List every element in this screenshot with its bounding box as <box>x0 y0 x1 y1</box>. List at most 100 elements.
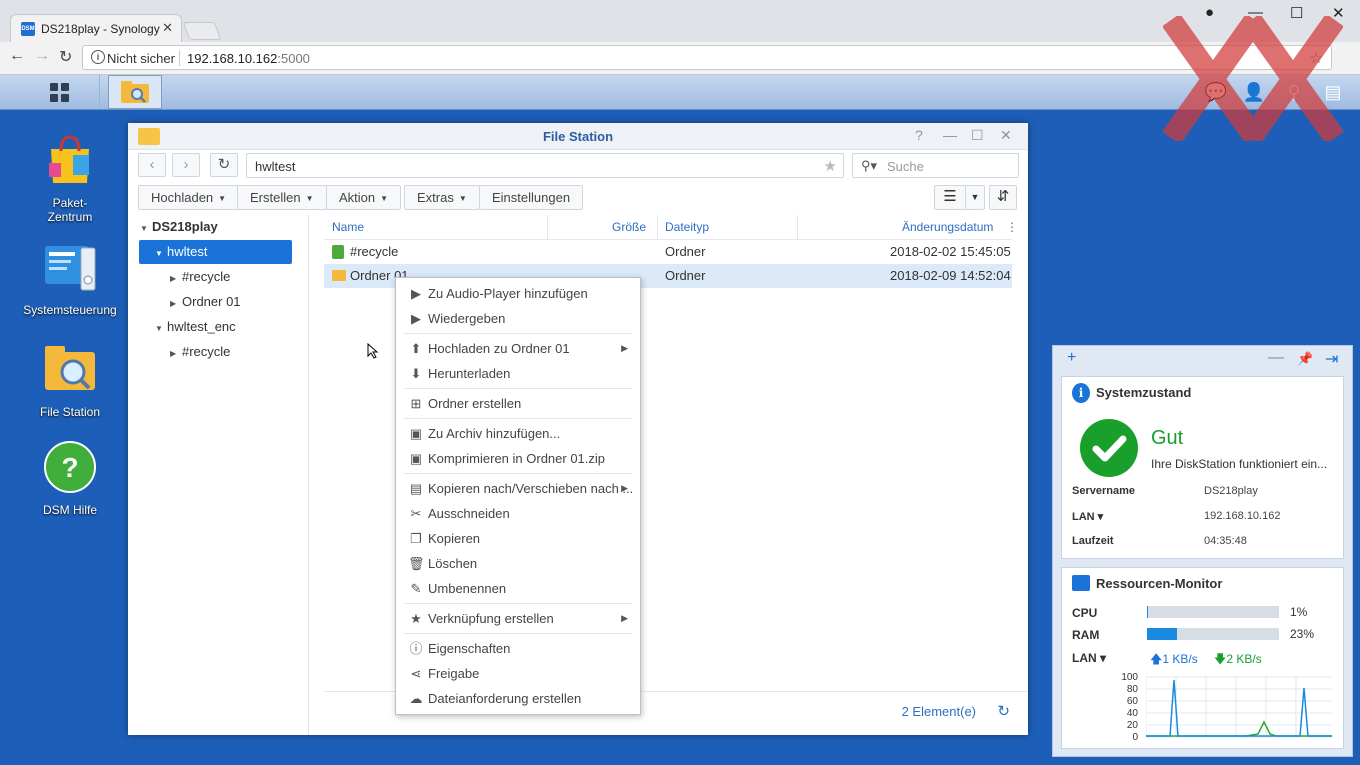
menu-item-share[interactable]: ⋖ Freigabe <box>396 661 640 686</box>
divider <box>547 215 548 239</box>
mouse-cursor-icon <box>367 343 379 359</box>
monitor-icon <box>1072 575 1090 591</box>
sort-icon[interactable]: ⇵ <box>989 185 1017 210</box>
uptime-value: 04:35:48 <box>1204 535 1247 547</box>
tree-root[interactable]: ▼ DS218play <box>140 215 218 239</box>
new-tab-button[interactable] <box>182 22 222 40</box>
menu-item-copy-move-to[interactable]: ▤ Kopieren nach/Verschieben nach ... ▶ <box>396 476 640 501</box>
tree-item-enc-recycle[interactable]: ▶ #recycle <box>170 340 230 364</box>
info-icon[interactable]: i <box>91 50 105 64</box>
tree-item-recycle[interactable]: ▶ #recycle <box>170 265 230 289</box>
reload-icon[interactable]: ↻ <box>59 47 72 67</box>
tree-item-hwltest[interactable]: ▼ hwltest <box>139 240 292 264</box>
search-icon[interactable]: ⚲▾ <box>861 158 877 174</box>
menu-item-cut[interactable]: ✂ Ausschneiden <box>396 501 640 526</box>
menu-item-add-to-archive[interactable]: ▣ Zu Archiv hinzufügen... <box>396 421 640 446</box>
menu-item-file-request[interactable]: ☁ Dateianforderung erstellen <box>396 686 640 711</box>
menu-item-delete[interactable]: 🗑 Löschen <box>396 551 640 576</box>
action-toolbar: Hochladen ▼ Erstellen ▼ Aktion ▼ Extras ▼ Ei… <box>128 182 1028 214</box>
column-menu-icon[interactable]: ⋮ <box>1006 220 1018 234</box>
info-icon: i <box>1072 383 1090 403</box>
lan-dropdown[interactable]: LAN ▾ <box>1072 651 1106 665</box>
forward-arrow-icon[interactable]: → <box>34 47 50 65</box>
security-label[interactable]: Nicht sicher <box>107 51 175 66</box>
upload-button[interactable]: Hochladen ▼ <box>138 185 240 210</box>
extras-button[interactable]: Extras ▼ <box>404 185 480 210</box>
main-menu-button[interactable] <box>20 75 100 109</box>
settings-button[interactable]: Einstellungen <box>479 185 584 210</box>
view-dropdown-icon[interactable]: ▼ <box>965 185 985 210</box>
add-widget-icon[interactable]: + <box>1067 349 1076 367</box>
desktop-icon-file-station[interactable]: File Station <box>20 342 120 419</box>
window-titlebar[interactable]: File Station ? — ☐ ✕ <box>128 123 1028 150</box>
scissors-icon: ✂ <box>410 506 422 521</box>
archive-icon: ▣ <box>409 426 423 441</box>
minimize-icon[interactable]: — <box>1268 349 1284 367</box>
share-icon: ⋖ <box>410 666 422 681</box>
menu-item-add-to-audio-player[interactable]: ▶ Zu Audio-Player hinzufügen <box>396 281 640 306</box>
back-arrow-icon[interactable]: ← <box>9 47 25 65</box>
upload-arrow-icon: 🡅 <box>1150 652 1163 666</box>
uptime-label: Laufzeit <box>1072 535 1114 547</box>
desktop-icon-label: File Station <box>39 405 101 419</box>
menu-item-copy[interactable]: ❐ Kopieren <box>396 526 640 551</box>
copy-move-icon: ▤ <box>409 481 423 496</box>
cpu-bar <box>1147 606 1279 618</box>
desktop-icon-package-center[interactable]: Paket- Zentrum <box>20 133 120 224</box>
pin-icon[interactable]: 📌 <box>1297 351 1313 367</box>
control-panel-icon <box>45 246 96 291</box>
maximize-icon[interactable]: ☐ <box>971 127 984 144</box>
favorite-star-icon[interactable]: ★ <box>824 157 837 175</box>
upload-icon: ⬆ <box>410 341 422 356</box>
column-size[interactable]: Größe <box>612 220 646 234</box>
row-modified: 2018-02-09 14:52:04 <box>890 268 1011 283</box>
create-button[interactable]: Erstellen ▼ <box>237 185 327 210</box>
column-type[interactable]: Dateityp <box>665 220 709 234</box>
search-input[interactable]: ⚲▾ Suche <box>852 153 1019 178</box>
folder-icon <box>332 270 346 281</box>
search-placeholder: Suche <box>887 159 924 174</box>
address-bar[interactable]: i Nicht sicher 192.168.10.162:5000 ☆ <box>82 45 1332 70</box>
checkmark-icon <box>1080 419 1138 477</box>
menu-item-upload-to-folder[interactable]: ⬆ Hochladen zu Ordner 01 ▶ <box>396 336 640 361</box>
close-icon[interactable]: ✕ <box>1000 127 1012 144</box>
menu-item-play[interactable]: ▶ Wiedergeben <box>396 306 640 331</box>
back-button[interactable]: ‹ <box>138 153 166 177</box>
list-view-button[interactable]: ☰ <box>934 185 966 210</box>
desktop-icon-control-panel[interactable]: Systemsteuerung <box>20 240 120 317</box>
tab-close-icon[interactable]: ✕ <box>162 20 173 36</box>
collapse-panel-icon[interactable]: ⇥ <box>1325 349 1338 369</box>
menu-item-properties[interactable]: ⓘ Eigenschaften <box>396 636 640 661</box>
menu-item-create-shortcut[interactable]: ★ Verknüpfung erstellen ▶ <box>396 606 640 631</box>
chart-ytick: 20 <box>1126 720 1138 731</box>
copy-icon: ❐ <box>410 531 422 546</box>
browser-tab-active[interactable]: DSM DS218play - Synology DiskStation ✕ <box>10 14 182 42</box>
tree-item-hwltest-enc[interactable]: ▼ hwltest_enc <box>155 315 236 339</box>
menu-item-rename[interactable]: ✎ Umbenennen <box>396 576 640 601</box>
path-field[interactable]: hwltest ★ <box>246 153 844 178</box>
desktop-icon-dsm-help[interactable]: ? DSM Hilfe <box>20 440 120 517</box>
taskbar-filestation-button[interactable] <box>108 75 162 109</box>
url-text[interactable]: 192.168.10.162:5000 <box>187 51 310 66</box>
column-modified[interactable]: Änderungsdatum <box>902 220 993 234</box>
chart-ytick: 60 <box>1126 696 1138 707</box>
help-icon[interactable]: ? <box>915 127 923 143</box>
action-button[interactable]: Aktion ▼ <box>326 185 402 210</box>
context-menu: ▶ Zu Audio-Player hinzufügen ▶ Wiedergeben… <box>395 277 641 715</box>
menu-item-download[interactable]: ⬇ Herunterladen <box>396 361 640 386</box>
lan-dropdown[interactable]: LAN ▾ <box>1072 510 1103 523</box>
column-name[interactable]: Name <box>332 220 364 234</box>
submenu-arrow-icon: ▶ <box>621 343 628 353</box>
server-name-label: Servername <box>1072 485 1135 497</box>
refresh-button[interactable]: ↻ <box>210 153 238 177</box>
download-rate: 🡇2 KB/s <box>1214 652 1262 666</box>
ram-value: 23% <box>1290 627 1315 641</box>
refresh-icon[interactable]: ↻ <box>997 702 1010 720</box>
minimize-icon[interactable]: — <box>943 127 957 143</box>
menu-item-create-folder[interactable]: ⊞ Ordner erstellen <box>396 391 640 416</box>
table-row[interactable]: #recycle Ordner 2018-02-02 15:45:05 <box>324 240 1012 264</box>
add-folder-icon: ⊞ <box>410 396 422 411</box>
forward-button[interactable]: › <box>172 153 200 177</box>
tree-item-ordner-01[interactable]: ▶ Ordner 01 <box>170 290 241 314</box>
menu-item-compress-zip[interactable]: ▣ Komprimieren in Ordner 01.zip <box>396 446 640 471</box>
